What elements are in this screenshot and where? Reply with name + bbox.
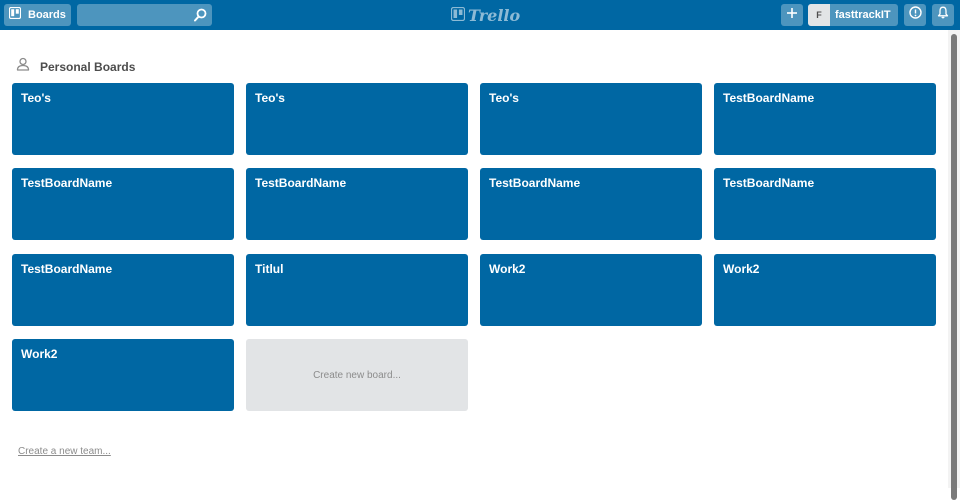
search-box[interactable] bbox=[77, 4, 212, 26]
board-tile[interactable]: Titlul bbox=[246, 254, 468, 326]
notifications-button[interactable] bbox=[932, 4, 954, 26]
search-input[interactable] bbox=[77, 4, 187, 26]
top-header: Boards Trello F fasttrackIT bbox=[0, 0, 960, 30]
board-tile[interactable]: Teo's bbox=[12, 83, 234, 155]
board-title: TestBoardName bbox=[21, 176, 113, 190]
board-title: TestBoardName bbox=[723, 176, 815, 190]
bell-icon bbox=[937, 6, 949, 24]
username-label: fasttrackIT bbox=[835, 9, 891, 21]
user-menu-button[interactable]: F fasttrackIT bbox=[808, 4, 898, 26]
board-title: Teo's bbox=[489, 91, 519, 105]
board-tile[interactable]: TestBoardName bbox=[714, 168, 936, 240]
board-title: Work2 bbox=[489, 262, 526, 276]
board-tile[interactable]: Teo's bbox=[246, 83, 468, 155]
board-tile[interactable]: TestBoardName bbox=[12, 168, 234, 240]
board-title: TestBoardName bbox=[255, 176, 347, 190]
create-team-link[interactable]: Create a new team... bbox=[18, 446, 111, 457]
info-button[interactable] bbox=[904, 4, 926, 26]
board-title: TestBoardName bbox=[723, 91, 815, 105]
board-title: TestBoardName bbox=[489, 176, 581, 190]
personal-boards-heading: Personal Boards bbox=[16, 57, 135, 76]
search-icon[interactable] bbox=[194, 8, 207, 27]
avatar: F bbox=[808, 4, 830, 26]
board-tile[interactable]: TestBoardName bbox=[12, 254, 234, 326]
board-title: TestBoardName bbox=[21, 262, 113, 276]
trello-logo[interactable]: Trello bbox=[450, 5, 521, 25]
board-tile[interactable]: Work2 bbox=[480, 254, 702, 326]
add-button[interactable] bbox=[781, 4, 803, 26]
board-title: Teo's bbox=[21, 91, 51, 105]
board-tile[interactable]: TestBoardName bbox=[714, 83, 936, 155]
board-title: Work2 bbox=[723, 262, 760, 276]
board-tile[interactable]: Work2 bbox=[714, 254, 936, 326]
board-title: Work2 bbox=[21, 347, 58, 361]
person-icon bbox=[16, 57, 30, 76]
boards-icon bbox=[8, 6, 22, 24]
boards-button[interactable]: Boards bbox=[4, 4, 71, 26]
board-tile[interactable]: Teo's bbox=[480, 83, 702, 155]
scrollbar-thumb[interactable] bbox=[951, 34, 957, 500]
board-title: Teo's bbox=[255, 91, 285, 105]
trello-logo-icon bbox=[450, 6, 466, 25]
create-board-button[interactable]: Create new board... bbox=[246, 339, 468, 411]
board-tile[interactable]: Work2 bbox=[12, 339, 234, 411]
board-tile[interactable]: TestBoardName bbox=[480, 168, 702, 240]
info-icon bbox=[908, 6, 922, 24]
plus-icon bbox=[786, 6, 798, 24]
board-tile[interactable]: TestBoardName bbox=[246, 168, 468, 240]
section-title: Personal Boards bbox=[40, 59, 136, 74]
trello-logo-text: Trello bbox=[468, 5, 521, 25]
scrollbar[interactable] bbox=[948, 30, 960, 500]
board-title: Titlul bbox=[255, 262, 284, 276]
boards-button-label: Boards bbox=[28, 9, 66, 21]
